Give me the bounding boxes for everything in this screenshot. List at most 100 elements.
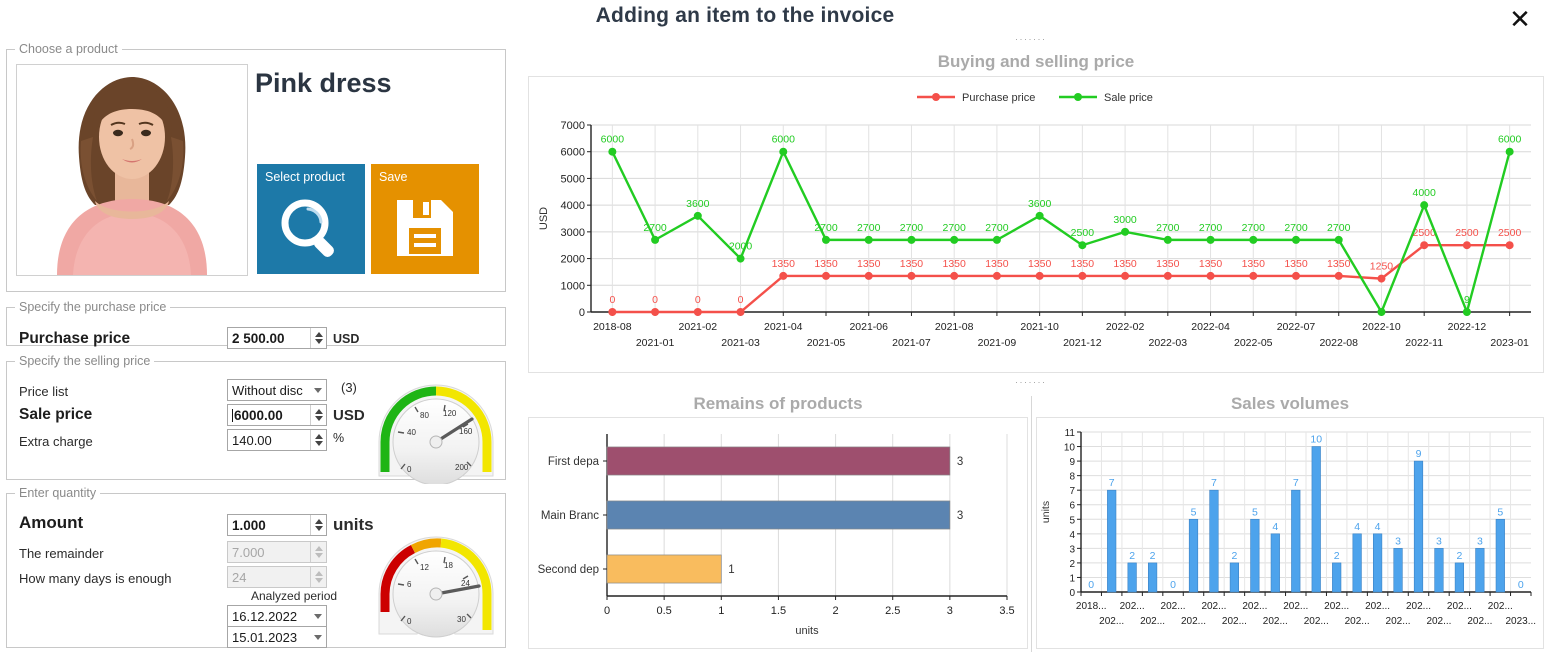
price-list-select[interactable]: Without disc: [227, 379, 327, 401]
purchase-price-stepper[interactable]: [310, 328, 326, 348]
svg-text:0: 0: [1088, 579, 1094, 591]
price-chart-title: Buying and selling price: [937, 52, 1135, 71]
period-from-date[interactable]: 16.12.2022: [227, 605, 327, 627]
svg-text:5: 5: [1191, 506, 1197, 518]
svg-text:2: 2: [1069, 559, 1075, 570]
extra-charge-value: 140.00: [232, 432, 272, 448]
select-product-button[interactable]: Select product: [257, 164, 365, 274]
days-enough-stepper: [310, 567, 326, 587]
svg-text:2500: 2500: [1071, 227, 1095, 239]
svg-text:2022-08: 2022-08: [1319, 337, 1358, 349]
svg-text:5: 5: [1497, 506, 1503, 518]
splitter-horizontal-mid[interactable]: ·······: [1015, 377, 1046, 387]
svg-text:202...: 202...: [1386, 616, 1411, 627]
svg-text:USD: USD: [538, 207, 550, 230]
svg-text:2021-03: 2021-03: [721, 337, 760, 349]
period-to-date[interactable]: 15.01.2023: [227, 626, 327, 648]
invoice-item-dialog: Adding an item to the invoice ✕ Choose a…: [0, 0, 1547, 654]
svg-text:18: 18: [444, 561, 453, 570]
amount-input[interactable]: 1.000: [227, 514, 327, 536]
svg-text:4000: 4000: [561, 200, 585, 212]
svg-text:1350: 1350: [1113, 258, 1137, 270]
price-list-count: (3): [341, 380, 357, 395]
svg-text:202...: 202...: [1324, 601, 1349, 612]
svg-text:2.5: 2.5: [885, 605, 900, 617]
svg-text:2500: 2500: [1455, 227, 1479, 239]
svg-text:1350: 1350: [1199, 258, 1223, 270]
choose-product-group: Choose a product Pink dress Select produ…: [6, 42, 506, 292]
analyzed-period-label: Analyzed period: [251, 589, 338, 603]
days-gauge: 0 6 12 18 24 30: [371, 524, 501, 647]
sales-chart-panel: 0 1 2 3 4 5 6 7 8 9 10 11 units 0 7 2 2 0 5 7 2 5 4 7 10 2 4 4 3 9 3 2 3…: [1036, 417, 1544, 649]
svg-text:2700: 2700: [814, 222, 838, 234]
enter-quantity-group: Enter quantity Amount 1.000 units The re…: [6, 486, 506, 648]
magnifier-icon: [281, 199, 334, 257]
svg-text:3000: 3000: [561, 227, 585, 239]
svg-text:2021-10: 2021-10: [1020, 321, 1059, 333]
remains-chart-panel: 0 0.5 1 1.5 2 2.5 3 3.5 3 First depa 3 Main Branc 1 S…: [528, 417, 1028, 649]
splitter-horizontal-top[interactable]: ·······: [1015, 34, 1046, 44]
svg-text:2: 2: [1150, 550, 1156, 562]
svg-text:6000: 6000: [1498, 134, 1522, 146]
extra-charge-input[interactable]: 140.00: [227, 429, 327, 451]
svg-text:2: 2: [1231, 550, 1237, 562]
sale-price-stepper[interactable]: [310, 405, 326, 425]
extra-charge-stepper[interactable]: [310, 430, 326, 450]
svg-text:0: 0: [1518, 579, 1524, 591]
svg-text:4: 4: [1069, 530, 1075, 541]
sale-price-value: 6000.00: [234, 407, 283, 423]
product-photo: [16, 64, 248, 276]
svg-text:202...: 202...: [1222, 616, 1247, 627]
svg-text:7000: 7000: [561, 120, 585, 132]
chevron-down-icon[interactable]: [310, 613, 326, 619]
svg-text:2021-05: 2021-05: [807, 337, 846, 349]
svg-text:1350: 1350: [814, 258, 838, 270]
svg-text:1.5: 1.5: [771, 605, 786, 617]
svg-text:2022-02: 2022-02: [1106, 321, 1145, 333]
chevron-down-icon[interactable]: [310, 387, 326, 393]
svg-text:120: 120: [443, 409, 457, 418]
save-button[interactable]: Save: [371, 164, 479, 274]
svg-text:1350: 1350: [1284, 258, 1308, 270]
amount-stepper[interactable]: [310, 515, 326, 535]
svg-text:2700: 2700: [1156, 222, 1180, 234]
save-label: Save: [379, 170, 408, 184]
svg-text:2022-04: 2022-04: [1191, 321, 1230, 333]
svg-text:Sale price: Sale price: [1104, 92, 1153, 104]
svg-text:0: 0: [738, 294, 744, 306]
page-title: Adding an item to the invoice: [595, 4, 895, 27]
remainder-input: 7.000: [227, 541, 327, 563]
svg-text:5000: 5000: [561, 173, 585, 185]
close-icon[interactable]: ✕: [1501, 3, 1539, 37]
svg-text:7: 7: [1109, 477, 1115, 489]
svg-text:2700: 2700: [643, 222, 667, 234]
svg-text:2000: 2000: [561, 254, 585, 266]
svg-text:1350: 1350: [943, 258, 967, 270]
svg-text:units: units: [795, 625, 819, 637]
svg-text:0.5: 0.5: [656, 605, 671, 617]
svg-text:2000: 2000: [729, 241, 753, 253]
svg-text:0: 0: [1069, 588, 1075, 599]
purchase-price-input[interactable]: 2 500.00: [227, 327, 327, 349]
svg-text:202...: 202...: [1447, 601, 1472, 612]
svg-text:2022-11: 2022-11: [1405, 337, 1443, 349]
svg-text:10: 10: [1310, 434, 1322, 446]
svg-text:2023-01: 2023-01: [1490, 337, 1529, 349]
svg-text:202...: 202...: [1181, 616, 1206, 627]
purchase-price-group: Specify the purchase price Purchase pric…: [6, 300, 506, 349]
svg-text:3: 3: [1395, 535, 1401, 547]
svg-text:1350: 1350: [985, 258, 1009, 270]
remainder-stepper: [310, 542, 326, 562]
svg-text:160: 160: [459, 427, 473, 436]
svg-text:1350: 1350: [857, 258, 881, 270]
sale-price-input[interactable]: 6000.00: [227, 404, 327, 426]
price-chart-panel: Purchase price Sale price 0 1000 2000 3000 400…: [528, 76, 1544, 373]
svg-text:units: units: [1040, 501, 1052, 523]
amount-value: 1.000: [232, 517, 266, 533]
svg-text:2: 2: [833, 605, 839, 617]
svg-text:2021-09: 2021-09: [978, 337, 1017, 349]
svg-text:1350: 1350: [1028, 258, 1052, 270]
svg-text:202...: 202...: [1488, 601, 1513, 612]
svg-text:0: 0: [609, 294, 615, 306]
chevron-down-icon[interactable]: [310, 634, 326, 640]
